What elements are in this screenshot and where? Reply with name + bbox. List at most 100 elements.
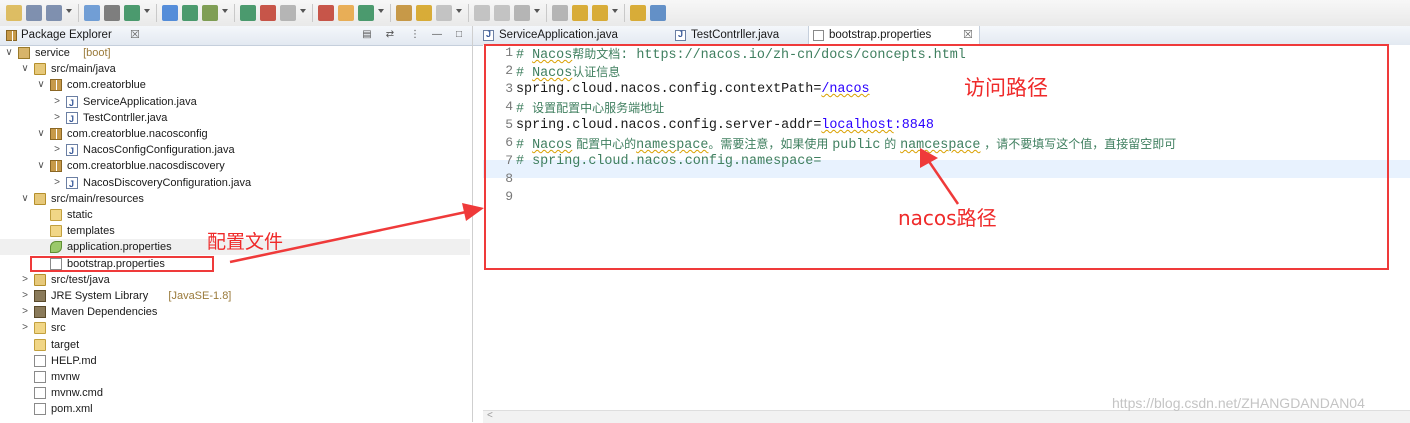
- java-icon: [66, 143, 78, 159]
- scroll-left-icon[interactable]: <: [487, 410, 493, 421]
- tree-item[interactable]: > JRE System Library [JavaSE-1.8]: [0, 288, 470, 304]
- tree-item[interactable]: pom.xml: [0, 401, 470, 417]
- prev-annotation-icon[interactable]: [552, 5, 568, 21]
- link-with-editor-icon[interactable]: ⇄: [384, 29, 396, 41]
- dropdown-arrow-icon[interactable]: [456, 9, 462, 13]
- tree-item[interactable]: ∨ com.creatorblue.nacosconfig: [0, 126, 470, 142]
- search-icon[interactable]: [104, 5, 120, 21]
- editor-area: ServiceApplication.java TestContrller.jav…: [473, 26, 1410, 423]
- tree-item[interactable]: target: [0, 337, 470, 353]
- open-type-icon[interactable]: [358, 5, 374, 21]
- code-line[interactable]: spring.cloud.nacos.config.server-addr=lo…: [516, 117, 934, 135]
- expand-chevron-icon[interactable]: >: [20, 288, 30, 304]
- view-menu-icon[interactable]: ⋮: [409, 29, 421, 41]
- editor-tab[interactable]: bootstrap.properties ☒: [808, 26, 980, 45]
- next-annotation-icon[interactable]: [514, 5, 530, 21]
- code-line[interactable]: # spring.cloud.nacos.config.namespace=: [516, 153, 821, 171]
- tree-item[interactable]: HELP.md: [0, 353, 470, 369]
- edit-icon[interactable]: [416, 5, 432, 21]
- dropdown-arrow-icon[interactable]: [144, 9, 150, 13]
- external-tools-icon[interactable]: [260, 5, 276, 21]
- print-icon[interactable]: [84, 5, 100, 21]
- mark-occurrences-icon[interactable]: [436, 5, 452, 21]
- expand-chevron-icon[interactable]: >: [52, 142, 62, 158]
- tree-item[interactable]: templates: [0, 223, 470, 239]
- collapse-chevron-icon[interactable]: ∨: [36, 77, 46, 93]
- back-icon[interactable]: [572, 5, 588, 21]
- last-edit-icon[interactable]: [630, 5, 646, 21]
- dropdown-arrow-icon[interactable]: [222, 9, 228, 13]
- new-icon[interactable]: [6, 5, 22, 21]
- run-dropdown-icon[interactable]: [240, 5, 256, 21]
- open-task-icon[interactable]: [396, 5, 412, 21]
- dropdown-arrow-icon[interactable]: [612, 9, 618, 13]
- stop-icon[interactable]: [280, 5, 296, 21]
- close-icon[interactable]: ☒: [130, 28, 140, 41]
- code-line[interactable]: # Nacos认证信息: [516, 63, 620, 83]
- code-line[interactable]: # Nacos 配置中心的namespace。需要注意，如果使用 public …: [516, 135, 1176, 155]
- expand-chevron-icon[interactable]: >: [20, 320, 30, 336]
- tree-item[interactable]: ∨ src/main/resources: [0, 191, 470, 207]
- tree-item[interactable]: ∨ com.creatorblue.nacosdiscovery: [0, 158, 470, 174]
- expand-chevron-icon[interactable]: >: [20, 272, 30, 288]
- editor-tab-label: bootstrap.properties: [829, 29, 932, 41]
- code-line[interactable]: # Nacos帮助文档: https://nacos.io/zh-cn/docs…: [516, 45, 966, 65]
- editor-tab-label: ServiceApplication.java: [499, 29, 618, 41]
- file-icon: [34, 387, 46, 400]
- tree-item[interactable]: > Maven Dependencies: [0, 304, 470, 320]
- collapse-all-icon[interactable]: ▤: [361, 29, 373, 41]
- save-all-icon[interactable]: [46, 5, 62, 21]
- collapse-chevron-icon[interactable]: ∨: [36, 126, 46, 142]
- tree-item[interactable]: mvnw: [0, 369, 470, 385]
- code-line[interactable]: spring.cloud.nacos.config.contextPath=/n…: [516, 81, 870, 99]
- save-icon[interactable]: [26, 5, 42, 21]
- show-whitespace-icon[interactable]: [494, 5, 510, 21]
- expand-chevron-icon[interactable]: >: [52, 110, 62, 126]
- collapse-chevron-icon[interactable]: ∨: [20, 191, 30, 207]
- expand-chevron-icon[interactable]: >: [52, 175, 62, 191]
- new-class-icon[interactable]: [338, 5, 354, 21]
- code-token: ，请不要填写这个值，直接留空即可: [980, 137, 1177, 151]
- close-icon[interactable]: ☒: [963, 28, 973, 41]
- debug-icon[interactable]: [202, 5, 218, 21]
- tree-item[interactable]: static: [0, 207, 470, 223]
- tree-item[interactable]: > NacosDiscoveryConfiguration.java: [0, 175, 470, 192]
- dropdown-arrow-icon[interactable]: [66, 9, 72, 13]
- package-explorer-tab[interactable]: Package Explorer: [21, 29, 112, 41]
- tree-item[interactable]: bootstrap.properties: [0, 256, 470, 272]
- forward-icon[interactable]: [592, 5, 608, 21]
- code-editor[interactable]: 1 # Nacos帮助文档: https://nacos.io/zh-cn/doc…: [483, 45, 1410, 410]
- dropdown-arrow-icon[interactable]: [378, 9, 384, 13]
- line-number: 2: [505, 63, 513, 78]
- editor-tab[interactable]: ServiceApplication.java: [479, 26, 659, 45]
- tree-item[interactable]: ∨ service [boot]: [0, 45, 470, 61]
- tree-item[interactable]: > NacosConfigConfiguration.java: [0, 142, 470, 159]
- tree-item[interactable]: > TestContrller.java: [0, 110, 470, 127]
- tree-item[interactable]: ∨ src/main/java: [0, 61, 470, 77]
- lib-icon: [34, 306, 46, 319]
- tree-item[interactable]: ∨ com.creatorblue: [0, 77, 470, 93]
- dropdown-arrow-icon[interactable]: [300, 9, 306, 13]
- minimize-icon[interactable]: —: [431, 29, 443, 41]
- tree-item[interactable]: > src/test/java: [0, 272, 470, 288]
- tree-item[interactable]: application.properties: [0, 239, 470, 256]
- expand-chevron-icon[interactable]: >: [20, 304, 30, 320]
- code-line[interactable]: # 设置配置中心服务端地址: [516, 99, 664, 119]
- tree-item[interactable]: > src: [0, 320, 470, 336]
- run-icon[interactable]: [182, 5, 198, 21]
- dropdown-arrow-icon[interactable]: [534, 9, 540, 13]
- collapse-chevron-icon[interactable]: ∨: [4, 45, 14, 61]
- maximize-icon[interactable]: □: [453, 29, 465, 41]
- tree-item[interactable]: mvnw.cmd: [0, 385, 470, 401]
- block-icon[interactable]: [474, 5, 490, 21]
- open-perspective-icon[interactable]: [650, 5, 666, 21]
- collapse-chevron-icon[interactable]: ∨: [36, 158, 46, 174]
- console-icon[interactable]: [124, 5, 140, 21]
- build-icon[interactable]: [318, 5, 334, 21]
- horizontal-scrollbar[interactable]: <: [483, 410, 1410, 423]
- expand-chevron-icon[interactable]: >: [52, 94, 62, 110]
- collapse-chevron-icon[interactable]: ∨: [20, 61, 30, 77]
- tree-item[interactable]: > ServiceApplication.java: [0, 94, 470, 111]
- editor-tab[interactable]: TestContrller.java: [671, 26, 799, 45]
- app-icon[interactable]: [162, 5, 178, 21]
